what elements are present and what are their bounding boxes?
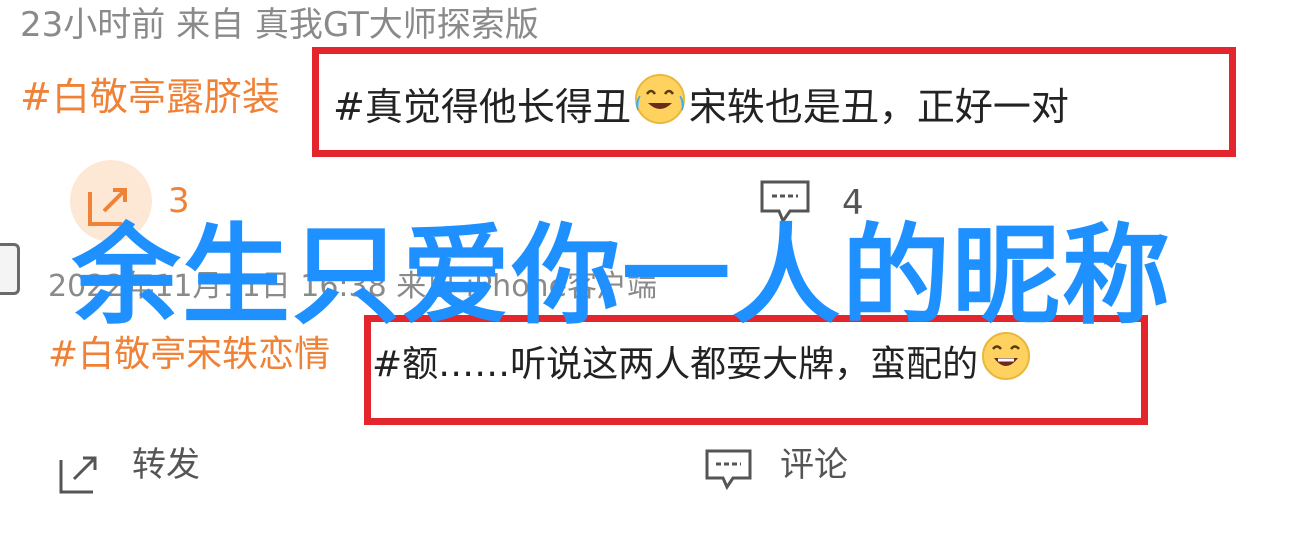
repost-icon[interactable] (55, 446, 107, 502)
overlay-title: 余生只爱你一人的昵称 (72, 214, 1173, 339)
avatar-edge (0, 243, 20, 295)
comment-label[interactable]: 评论 (780, 442, 848, 488)
comment-icon-2[interactable] (703, 447, 755, 503)
repost-label[interactable]: 转发 (132, 442, 200, 488)
post-1-meta: 23小时前 来自 真我GT大师探索版 (20, 5, 539, 45)
post-1-hashtag[interactable]: #白敬亭露脐装 (20, 72, 280, 122)
highlight-box-1 (312, 47, 1236, 157)
